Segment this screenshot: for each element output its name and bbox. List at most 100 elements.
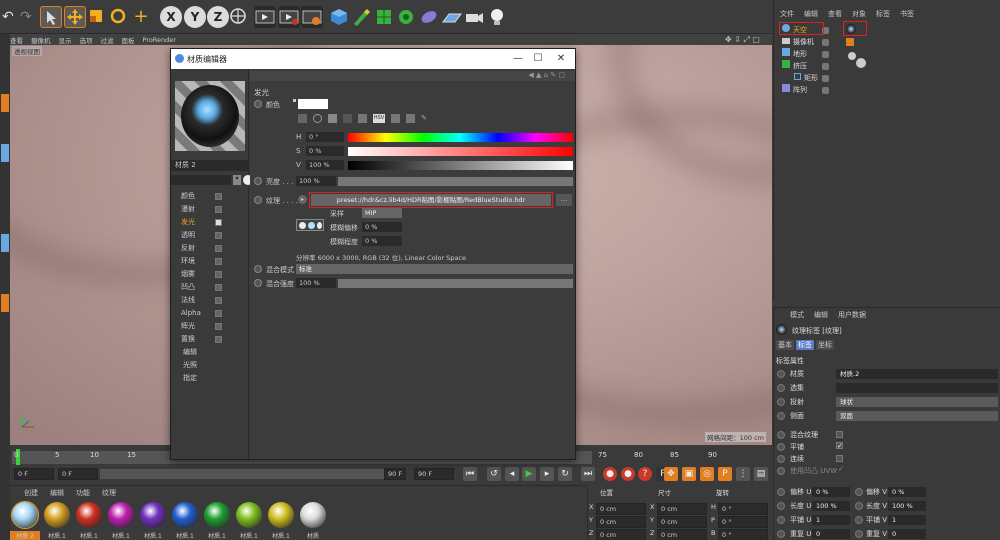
- mixer-icon[interactable]: [406, 114, 415, 123]
- floor-icon[interactable]: [441, 6, 463, 28]
- material-thumbnail[interactable]: [204, 502, 230, 528]
- offset-v-field[interactable]: 0 %: [888, 487, 926, 497]
- mat-menu-edit[interactable]: 编辑: [50, 488, 64, 498]
- left-tool-3[interactable]: [1, 234, 9, 252]
- channel-item[interactable]: 编辑: [181, 346, 197, 359]
- coord-size-field[interactable]: 0 cm: [657, 503, 707, 515]
- close-icon[interactable]: ✕: [554, 52, 568, 66]
- vp-menu-filter[interactable]: 过滤: [101, 35, 114, 45]
- material-thumbnail[interactable]: [44, 502, 70, 528]
- hue-slider[interactable]: [348, 133, 573, 142]
- repeat-v-anim-dot[interactable]: [855, 530, 863, 538]
- select-tool-icon[interactable]: [40, 6, 62, 28]
- tab-tag[interactable]: 标签: [796, 340, 814, 350]
- hsv-icon[interactable]: [358, 114, 367, 123]
- maximize-icon[interactable]: ☐: [531, 52, 545, 66]
- object-rectangle[interactable]: 矩形: [776, 72, 866, 84]
- channel-checkbox[interactable]: [215, 323, 222, 330]
- frame-range-slider[interactable]: [100, 469, 384, 479]
- channel-item[interactable]: 颜色: [181, 190, 222, 203]
- coord-rotation-field[interactable]: 0 °: [718, 516, 768, 528]
- array-visibility[interactable]: [822, 87, 829, 94]
- vp-menu-options[interactable]: 选项: [80, 35, 93, 45]
- om-menu-edit[interactable]: 编辑: [804, 9, 818, 19]
- nav-arrows-icon[interactable]: ◀ ▲ ⌂ ✎ ▢: [528, 71, 565, 79]
- render-picture-icon[interactable]: [278, 6, 300, 28]
- length-u-anim-dot[interactable]: [777, 502, 785, 510]
- camera-protect-tag[interactable]: [846, 38, 854, 46]
- redo-icon[interactable]: ↷: [20, 6, 42, 28]
- tile-v-anim-dot[interactable]: [855, 516, 863, 524]
- tab-basic[interactable]: 基本: [776, 340, 794, 350]
- left-tool-1[interactable]: [1, 94, 9, 112]
- length-v-field[interactable]: 100 %: [888, 501, 926, 511]
- channel-checkbox[interactable]: [215, 206, 222, 213]
- s-field[interactable]: 0 %: [306, 146, 344, 156]
- am-menu-edit[interactable]: 编辑: [814, 310, 828, 320]
- material-link-field[interactable]: 材质.2: [836, 369, 998, 379]
- sampling-select[interactable]: MIP: [362, 208, 402, 218]
- light-icon[interactable]: [486, 6, 508, 28]
- extrude-visibility[interactable]: [822, 63, 829, 70]
- coord-size-field[interactable]: 0 cm: [657, 516, 707, 528]
- length-v-anim-dot[interactable]: [855, 502, 863, 510]
- material-preview[interactable]: [175, 81, 245, 151]
- material-thumbnail[interactable]: [76, 502, 102, 528]
- material-anim-dot[interactable]: [777, 370, 785, 378]
- color-wheel-icon[interactable]: [298, 114, 307, 123]
- end-frame-field[interactable]: 90 F: [384, 468, 406, 480]
- offset-u-anim-dot[interactable]: [777, 488, 785, 496]
- next-frame-icon[interactable]: ▸: [540, 467, 554, 481]
- landscape-visibility[interactable]: [822, 51, 829, 58]
- channel-checkbox[interactable]: [215, 336, 222, 343]
- uvw-check-icon[interactable]: ✓: [838, 465, 844, 473]
- length-u-field[interactable]: 100 %: [812, 501, 850, 511]
- projection-select[interactable]: 球状: [836, 397, 998, 407]
- material-thumbnail[interactable]: [108, 502, 134, 528]
- blur-scale-field[interactable]: 0 %: [362, 236, 402, 246]
- v-field[interactable]: 100 %: [306, 160, 344, 170]
- uvw-anim-dot[interactable]: [777, 467, 785, 475]
- channel-item[interactable]: 光照: [181, 359, 197, 372]
- next-key-icon[interactable]: ↻: [558, 467, 572, 481]
- prev-key-icon[interactable]: ↺: [487, 467, 501, 481]
- om-menu-view[interactable]: 查看: [828, 9, 842, 19]
- selection-field[interactable]: [836, 383, 998, 393]
- rotate-tool-icon[interactable]: [108, 6, 130, 28]
- vp-menu-display[interactable]: 显示: [59, 35, 72, 45]
- mix-strength-field[interactable]: 100 %: [296, 278, 336, 288]
- color-anim-dot[interactable]: [254, 100, 262, 108]
- offset-u-field[interactable]: 0 %: [812, 487, 850, 497]
- add-tool-icon[interactable]: +: [130, 6, 152, 28]
- spectrum-icon[interactable]: [313, 114, 322, 123]
- tab-coordinates[interactable]: 坐标: [816, 340, 834, 350]
- extrude-tag[interactable]: [856, 58, 866, 68]
- left-tool-4[interactable]: [1, 294, 9, 312]
- channel-item[interactable]: 凹凸: [181, 281, 222, 294]
- channel-item[interactable]: 透明: [181, 229, 222, 242]
- material-thumbnail[interactable]: [268, 502, 294, 528]
- x-axis-button[interactable]: X: [160, 6, 182, 28]
- tile-checkbox[interactable]: ✓: [836, 442, 843, 450]
- key-scale-icon[interactable]: ▣: [682, 467, 696, 481]
- tile-u-anim-dot[interactable]: [777, 516, 785, 524]
- goto-end-icon[interactable]: ⏭: [581, 467, 595, 481]
- vp-menu-prorender[interactable]: ProRender: [143, 36, 176, 44]
- repeat-v-field[interactable]: 0: [888, 529, 926, 539]
- h-field[interactable]: 0 °: [306, 132, 344, 142]
- eyedropper-icon[interactable]: ✎: [421, 114, 430, 123]
- seamless-anim-dot[interactable]: [777, 455, 785, 463]
- channel-item[interactable]: 指定: [181, 372, 197, 385]
- move-tool-icon[interactable]: [64, 6, 86, 28]
- rgb-icon[interactable]: [343, 114, 352, 123]
- landscape-tag[interactable]: [848, 52, 856, 60]
- channel-item[interactable]: 反射: [181, 242, 222, 255]
- channel-checkbox[interactable]: [215, 258, 222, 265]
- tile-u-field[interactable]: 1: [812, 515, 850, 525]
- image-pick-icon[interactable]: [328, 114, 337, 123]
- repeat-u-field[interactable]: 0: [812, 529, 850, 539]
- texture-anim-dot[interactable]: [254, 196, 262, 204]
- side-select[interactable]: 双面: [836, 411, 998, 421]
- camera-visibility[interactable]: [822, 39, 829, 46]
- goto-start-icon[interactable]: ⏮: [463, 467, 477, 481]
